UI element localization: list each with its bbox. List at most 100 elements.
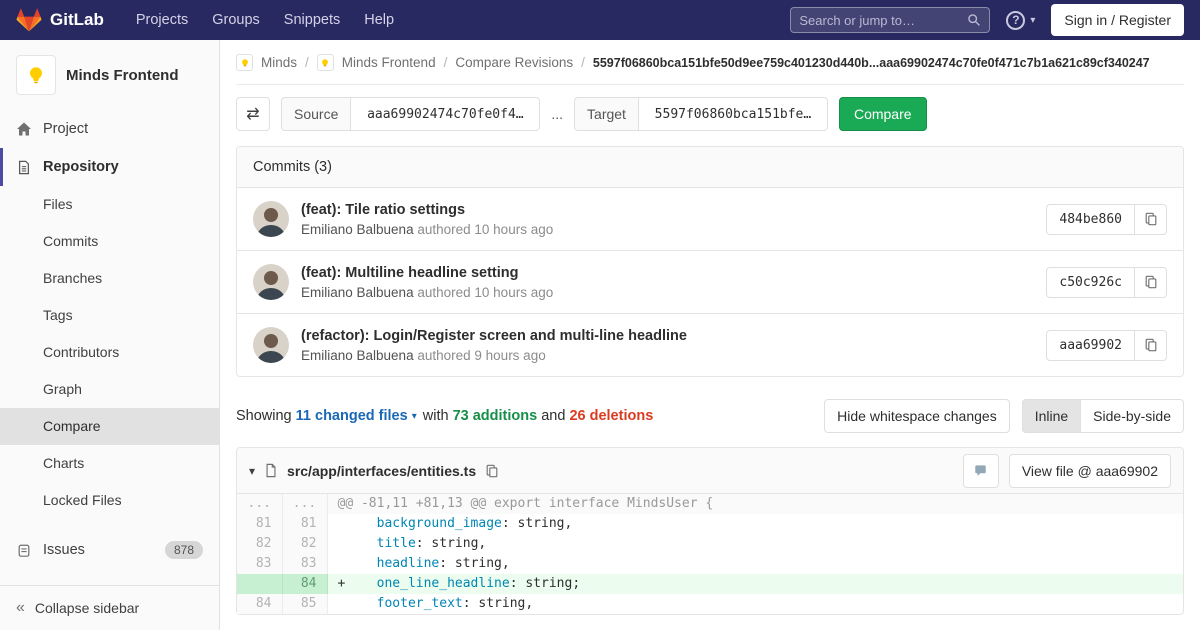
file-diff-panel: ▾ src/app/interfaces/entities.ts: [236, 447, 1184, 615]
commit-author[interactable]: Emiliano Balbuena: [301, 285, 414, 300]
new-line-number[interactable]: 82: [282, 534, 327, 554]
sidebar-item-files[interactable]: Files: [0, 186, 219, 223]
code-line: title: string,: [327, 534, 1183, 554]
side-by-side-view-button[interactable]: Side-by-side: [1081, 399, 1184, 433]
old-line-number[interactable]: 81: [237, 514, 282, 534]
group-avatar-icon: [236, 54, 253, 71]
copy-icon: [1144, 338, 1158, 352]
breadcrumb-group[interactable]: Minds: [261, 55, 297, 70]
commit-title[interactable]: (refactor): Login/Register screen and mu…: [301, 328, 1034, 344]
file-icon: [264, 463, 278, 478]
old-line-number[interactable]: 82: [237, 534, 282, 554]
chevron-down-icon[interactable]: ▾: [412, 411, 417, 422]
sidebar-item-project[interactable]: Project: [0, 110, 219, 148]
changed-files-dropdown[interactable]: 11 changed files: [296, 408, 408, 424]
commit-meta: Emiliano Balbuena authored 9 hours ago: [301, 348, 1034, 363]
source-ref-input[interactable]: [350, 97, 540, 131]
sidebar-item-branches[interactable]: Branches: [0, 260, 219, 297]
view-file-button[interactable]: View file @ aaa69902: [1009, 454, 1171, 488]
diff-row: 81 81 background_image: string,: [237, 514, 1183, 534]
new-line-number[interactable]: 81: [282, 514, 327, 534]
breadcrumb-section[interactable]: Compare Revisions: [455, 55, 573, 70]
range-separator: ...: [551, 106, 563, 122]
copy-icon: [1144, 275, 1158, 289]
main-content: Minds / Minds Frontend / Compare Revisio…: [220, 40, 1200, 630]
additions-count: 73 additions: [453, 408, 538, 424]
inline-view-button[interactable]: Inline: [1022, 399, 1081, 433]
compare-button[interactable]: Compare: [839, 97, 927, 131]
sidebar-item-tags[interactable]: Tags: [0, 297, 219, 334]
sidebar-item-locked-files[interactable]: Locked Files: [0, 482, 219, 519]
commit-row: (feat): Multiline headline setting Emili…: [237, 250, 1183, 313]
commit-sha[interactable]: 484be860: [1046, 204, 1135, 235]
file-diff-header: ▾ src/app/interfaces/entities.ts: [237, 448, 1183, 494]
sidebar-item-issues[interactable]: Issues 878: [0, 530, 219, 570]
old-line-number[interactable]: 83: [237, 554, 282, 574]
copy-sha-button[interactable]: [1135, 267, 1167, 298]
commit-action: authored: [417, 348, 470, 363]
project-avatar: [16, 55, 56, 95]
sidebar-item-repository[interactable]: Repository: [0, 148, 219, 186]
nav-item-projects[interactable]: Projects: [124, 0, 200, 40]
commit-title[interactable]: (feat): Tile ratio settings: [301, 202, 1034, 218]
nav-item-groups[interactable]: Groups: [200, 0, 272, 40]
brand-name: GitLab: [50, 10, 104, 30]
sidebar-item-contributors[interactable]: Contributors: [0, 334, 219, 371]
breadcrumb-current-range: 5597f06860bca151bfe50d9ee759c401230d440b…: [593, 56, 1150, 70]
copy-path-icon[interactable]: [485, 464, 499, 478]
nav-right: ? ▾ Sign in / Register: [790, 4, 1184, 36]
sign-in-register-button[interactable]: Sign in / Register: [1051, 4, 1184, 36]
copy-sha-button[interactable]: [1135, 330, 1167, 361]
breadcrumb-separator: /: [581, 55, 585, 70]
diff-table: ... ... @@ -81,11 +81,13 @@ export inter…: [237, 494, 1183, 614]
sidebar-item-charts[interactable]: Charts: [0, 445, 219, 482]
new-line-number[interactable]: 83: [282, 554, 327, 574]
comment-icon: [973, 464, 988, 478]
gitlab-logo[interactable]: GitLab: [16, 8, 104, 32]
gitlab-tanuki-icon: [16, 8, 42, 32]
swap-revisions-button[interactable]: ⇄: [236, 97, 270, 131]
code-key: title: [377, 536, 416, 551]
search-input[interactable]: [799, 13, 967, 28]
old-line-number[interactable]: 84: [237, 594, 282, 614]
global-search[interactable]: [790, 7, 990, 33]
author-avatar[interactable]: [253, 201, 289, 237]
sidebar-item-commits[interactable]: Commits: [0, 223, 219, 260]
commit-info: (feat): Multiline headline setting Emili…: [301, 265, 1034, 300]
project-avatar-icon: [317, 54, 334, 71]
commit-author[interactable]: Emiliano Balbuena: [301, 348, 414, 363]
diff-row-added: 84 + one_line_headline: string;: [237, 574, 1183, 594]
issues-count-badge: 878: [165, 541, 203, 559]
target-ref-input[interactable]: [638, 97, 828, 131]
commit-sha-group: 484be860: [1046, 204, 1167, 235]
copy-sha-button[interactable]: [1135, 204, 1167, 235]
old-line-number[interactable]: [237, 574, 282, 594]
project-header[interactable]: Minds Frontend: [0, 40, 219, 110]
new-line-number[interactable]: 85: [282, 594, 327, 614]
author-avatar[interactable]: [253, 264, 289, 300]
code-line: footer_text: string,: [327, 594, 1183, 614]
sidebar-item-compare[interactable]: Compare: [0, 408, 219, 445]
commit-sha[interactable]: c50c926c: [1046, 267, 1135, 298]
help-dropdown[interactable]: ? ▾: [1006, 11, 1035, 30]
file-path[interactable]: src/app/interfaces/entities.ts: [287, 463, 476, 479]
commit-title[interactable]: (feat): Multiline headline setting: [301, 265, 1034, 281]
commit-author[interactable]: Emiliano Balbuena: [301, 222, 414, 237]
new-line-number[interactable]: 84: [282, 574, 327, 594]
repository-icon: [16, 160, 32, 175]
nav-item-snippets[interactable]: Snippets: [272, 0, 352, 40]
hide-whitespace-button[interactable]: Hide whitespace changes: [824, 399, 1010, 433]
toggle-comments-button[interactable]: [963, 454, 999, 488]
collapse-sidebar-button[interactable]: « Collapse sidebar: [0, 585, 219, 630]
commit-meta: Emiliano Balbuena authored 10 hours ago: [301, 222, 1034, 237]
sidebar-item-label: Project: [43, 121, 88, 137]
commit-sha[interactable]: aaa69902: [1046, 330, 1135, 361]
collapse-diff-icon[interactable]: ▾: [249, 464, 255, 478]
swap-arrows-icon: ⇄: [246, 104, 259, 124]
target-label: Target: [574, 97, 638, 131]
sidebar-item-graph[interactable]: Graph: [0, 371, 219, 408]
author-avatar[interactable]: [253, 327, 289, 363]
breadcrumb-project[interactable]: Minds Frontend: [342, 55, 436, 70]
commit-time: 10 hours ago: [474, 285, 553, 300]
nav-item-help[interactable]: Help: [352, 0, 406, 40]
